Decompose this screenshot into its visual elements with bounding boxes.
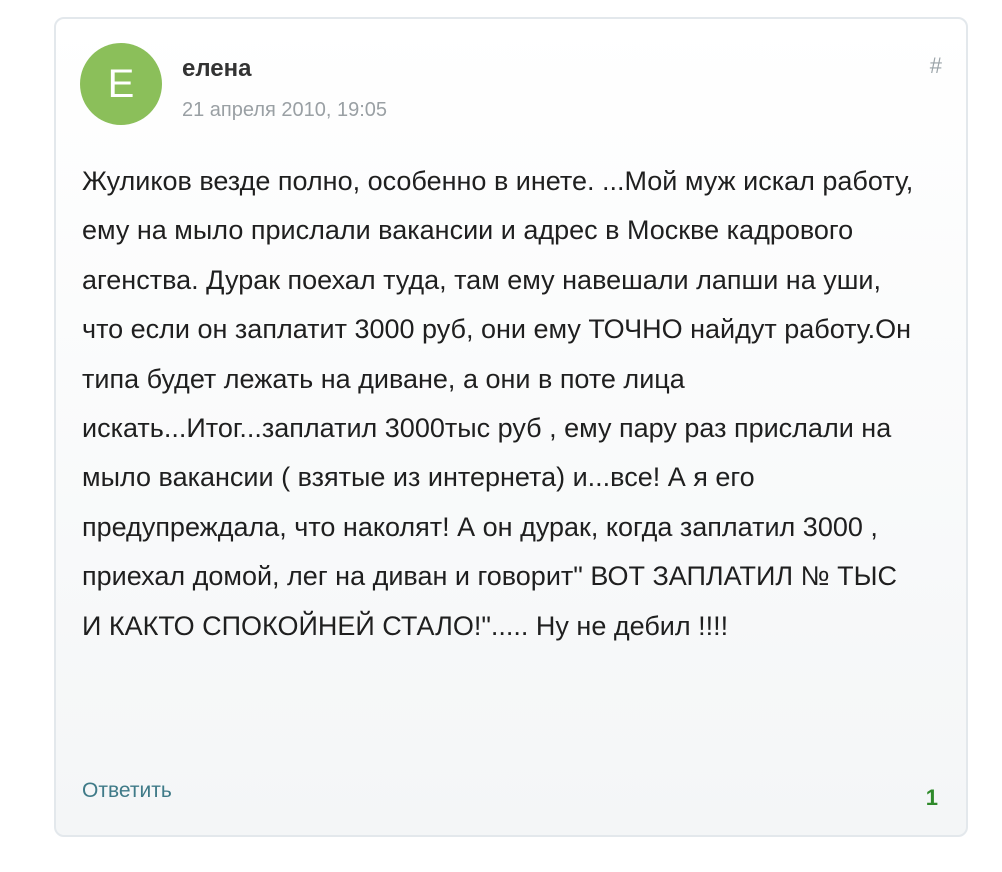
author-name[interactable]: елена: [182, 55, 251, 83]
avatar-letter: E: [107, 61, 135, 106]
reply-button[interactable]: Ответить: [82, 779, 172, 803]
comment-text: Жуликов везде полно, особенно в инете. .…: [82, 166, 914, 641]
rating-count: 1: [925, 785, 938, 810]
comment-date: 21 апреля 2010, 19:05: [182, 99, 388, 121]
permalink-link[interactable]: #: [930, 53, 942, 79]
avatar[interactable]: E: [80, 43, 162, 125]
comment-card: E елена 21 апреля 2010, 19:05 # Жуликов …: [54, 17, 968, 837]
